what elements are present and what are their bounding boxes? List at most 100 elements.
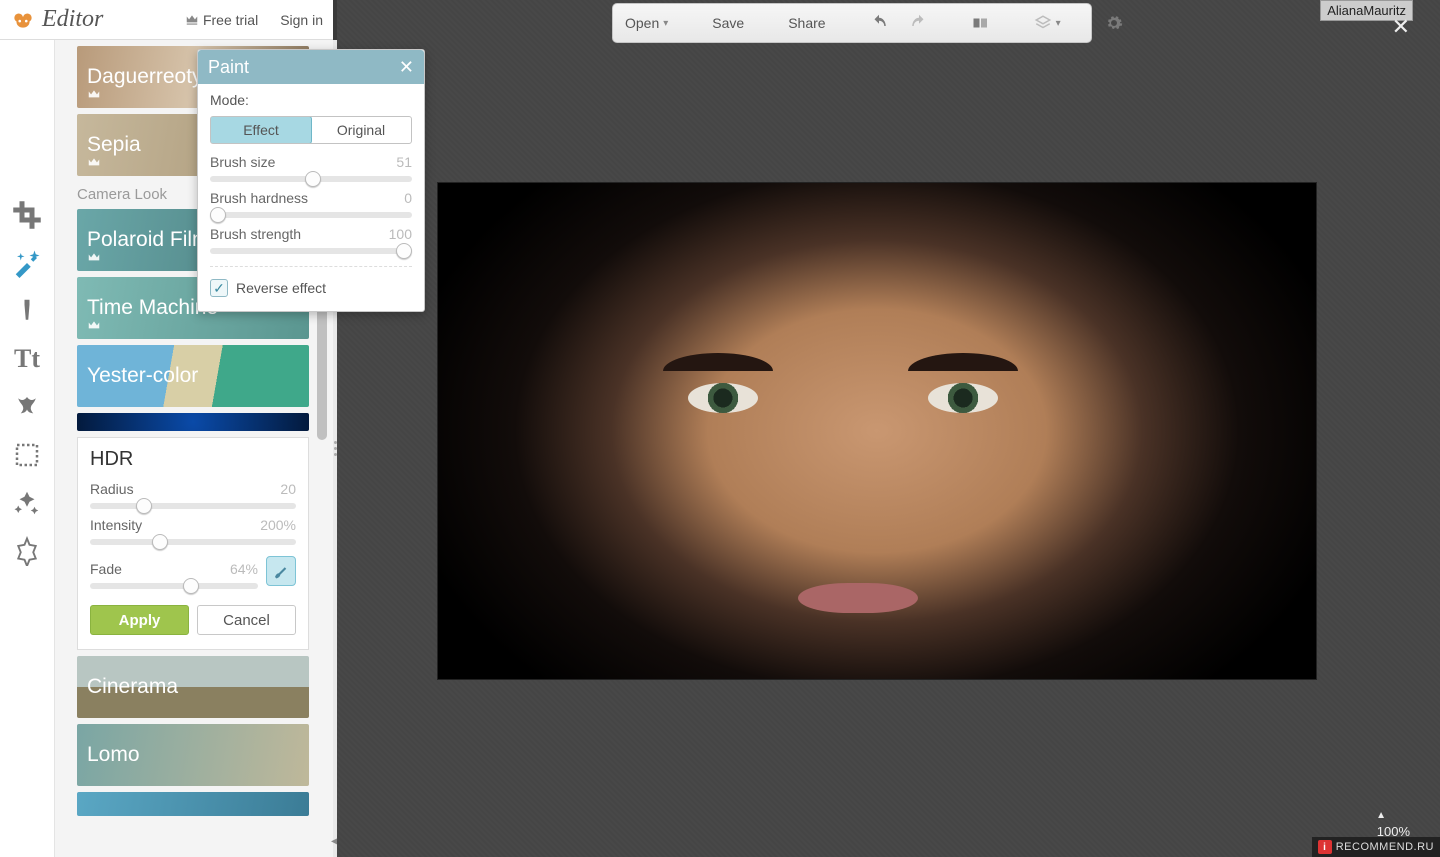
- crown-icon: [185, 13, 199, 27]
- intensity-value: 200%: [260, 517, 296, 533]
- brush-size-label: Brush size: [210, 154, 275, 170]
- canvas-image[interactable]: [437, 182, 1317, 680]
- canvas-area: Open ▾ Save Share ▾ AlianaMauritz ✕ ▲ 10…: [337, 0, 1440, 857]
- canvas-toolbar: Open ▾ Save Share ▾: [612, 3, 1092, 43]
- apply-button[interactable]: Apply: [90, 605, 189, 635]
- frames-icon[interactable]: [12, 440, 42, 470]
- radius-value: 20: [280, 481, 296, 497]
- fade-label: Fade: [90, 561, 122, 577]
- paint-popup-header[interactable]: Paint ✕: [198, 50, 424, 84]
- effect-label: Lomo: [87, 743, 140, 767]
- effect-label: Sepia: [87, 133, 141, 157]
- compare-icon: [972, 14, 990, 32]
- effect-label: Polaroid Film: [87, 228, 210, 252]
- themes-icon[interactable]: [12, 536, 42, 566]
- close-icon[interactable]: ✕: [399, 57, 414, 78]
- mode-label: Mode:: [210, 92, 412, 108]
- effect-label: Cinerama: [87, 675, 178, 699]
- radius-row: Radius 20: [90, 481, 296, 497]
- redo-button[interactable]: [910, 14, 928, 32]
- watermark: iRECOMMEND.RU: [1312, 837, 1440, 857]
- mode-original-label: Original: [337, 122, 385, 138]
- free-trial-label: Free trial: [203, 12, 258, 28]
- touchup-icon[interactable]: [12, 296, 42, 326]
- sign-in-label: Sign in: [280, 12, 323, 28]
- cancel-button[interactable]: Cancel: [197, 605, 296, 635]
- tool-strip: Tt: [0, 40, 55, 857]
- compare-button[interactable]: [972, 14, 990, 32]
- intensity-row: Intensity 200%: [90, 517, 296, 533]
- paint-toggle-button[interactable]: [266, 556, 296, 586]
- overlays-icon[interactable]: [12, 392, 42, 422]
- brush-hardness-slider[interactable]: [210, 212, 412, 218]
- effect-tile-cinerama[interactable]: Cinerama: [77, 656, 309, 718]
- watermark-label: RECOMMEND.RU: [1336, 841, 1434, 853]
- effect-tile-yester-color[interactable]: Yester-color: [77, 345, 309, 407]
- mode-toggle: Effect Original: [210, 116, 412, 144]
- close-icon[interactable]: ✕: [1392, 14, 1410, 40]
- cancel-label: Cancel: [223, 612, 270, 629]
- layers-icon: [1034, 14, 1052, 32]
- chevron-down-icon: ▾: [663, 18, 668, 29]
- layers-button[interactable]: ▾: [1034, 14, 1061, 32]
- save-label: Save: [712, 15, 744, 31]
- sign-in-link[interactable]: Sign in: [280, 12, 323, 28]
- photo-content: [438, 183, 1316, 679]
- chevron-down-icon: ▾: [1056, 18, 1061, 29]
- reverse-effect-checkbox[interactable]: ✓ Reverse effect: [210, 279, 412, 297]
- crop-icon[interactable]: [12, 200, 42, 230]
- textures-icon[interactable]: [12, 488, 42, 518]
- paint-popup: Paint ✕ Mode: Effect Original Brush size…: [197, 49, 425, 312]
- brush-strength-value: 100: [389, 226, 412, 242]
- undo-icon: [870, 14, 888, 32]
- save-button[interactable]: Save: [712, 15, 744, 31]
- mode-effect-button[interactable]: Effect: [210, 116, 312, 144]
- open-label: Open: [625, 15, 659, 31]
- radius-label: Radius: [90, 481, 134, 497]
- brush-hardness-value: 0: [404, 190, 412, 206]
- crown-icon: [87, 156, 101, 170]
- app-header: Editor Free trial Sign in: [0, 0, 333, 40]
- paint-title: Paint: [208, 57, 249, 78]
- effect-tile-partial[interactable]: [77, 792, 309, 816]
- brush-size-slider[interactable]: [210, 176, 412, 182]
- hdr-title: HDR: [90, 448, 296, 471]
- app-name: Editor: [42, 6, 103, 33]
- app-logo[interactable]: Editor: [10, 6, 103, 33]
- brush-icon: [272, 562, 290, 580]
- open-button[interactable]: Open ▾: [625, 15, 668, 31]
- crown-icon: [87, 251, 101, 265]
- checkbox-icon: ✓: [210, 279, 228, 297]
- mode-effect-label: Effect: [243, 122, 279, 138]
- fade-slider[interactable]: [90, 583, 258, 589]
- brush-hardness-label: Brush hardness: [210, 190, 308, 206]
- effect-tile-hdr-thumb[interactable]: [77, 413, 309, 431]
- redo-icon: [910, 14, 928, 32]
- settings-button[interactable]: [1105, 14, 1123, 32]
- radius-slider[interactable]: [90, 503, 296, 509]
- effect-tile-lomo[interactable]: Lomo: [77, 724, 309, 786]
- brush-strength-slider[interactable]: [210, 248, 412, 254]
- reverse-label: Reverse effect: [236, 280, 326, 296]
- effect-label: Yester-color: [87, 364, 198, 388]
- gear-icon: [1105, 14, 1123, 32]
- brush-size-value: 51: [396, 154, 412, 170]
- undo-button[interactable]: [870, 14, 888, 32]
- fade-value: 64%: [230, 561, 258, 577]
- intensity-slider[interactable]: [90, 539, 296, 545]
- apply-label: Apply: [119, 612, 161, 629]
- text-icon[interactable]: Tt: [14, 344, 40, 374]
- brush-strength-label: Brush strength: [210, 226, 301, 242]
- free-trial-link[interactable]: Free trial: [185, 12, 258, 28]
- share-button[interactable]: Share: [788, 15, 825, 31]
- share-label: Share: [788, 15, 825, 31]
- hdr-panel: HDR Radius 20 Intensity 200% Fade 64%: [77, 437, 309, 650]
- mode-original-button[interactable]: Original: [311, 117, 411, 143]
- zoom-up-icon[interactable]: ▲: [1376, 810, 1386, 821]
- crown-icon: [87, 88, 101, 102]
- intensity-label: Intensity: [90, 517, 142, 533]
- fade-row: Fade 64%: [90, 553, 296, 589]
- crown-icon: [87, 319, 101, 333]
- effects-icon[interactable]: [12, 248, 42, 278]
- monkey-icon: [10, 7, 36, 33]
